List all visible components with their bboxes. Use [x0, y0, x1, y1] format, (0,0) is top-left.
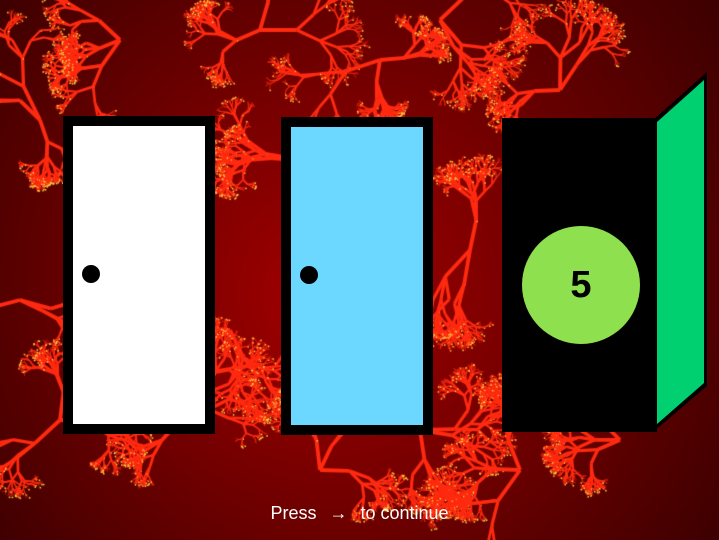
door-knob — [82, 265, 100, 283]
door-blue[interactable] — [281, 117, 433, 435]
instruction-suffix: to continue — [360, 503, 449, 523]
continue-instruction: Press → to continue — [0, 503, 719, 524]
door-green-open[interactable] — [650, 66, 719, 436]
door-knob — [300, 266, 318, 284]
prize-value: 5 — [570, 263, 592, 306]
prize-circle: 5 — [522, 226, 640, 344]
door-white[interactable] — [63, 116, 215, 434]
right-arrow-icon: → — [329, 503, 348, 523]
instruction-prefix: Press — [270, 503, 317, 523]
